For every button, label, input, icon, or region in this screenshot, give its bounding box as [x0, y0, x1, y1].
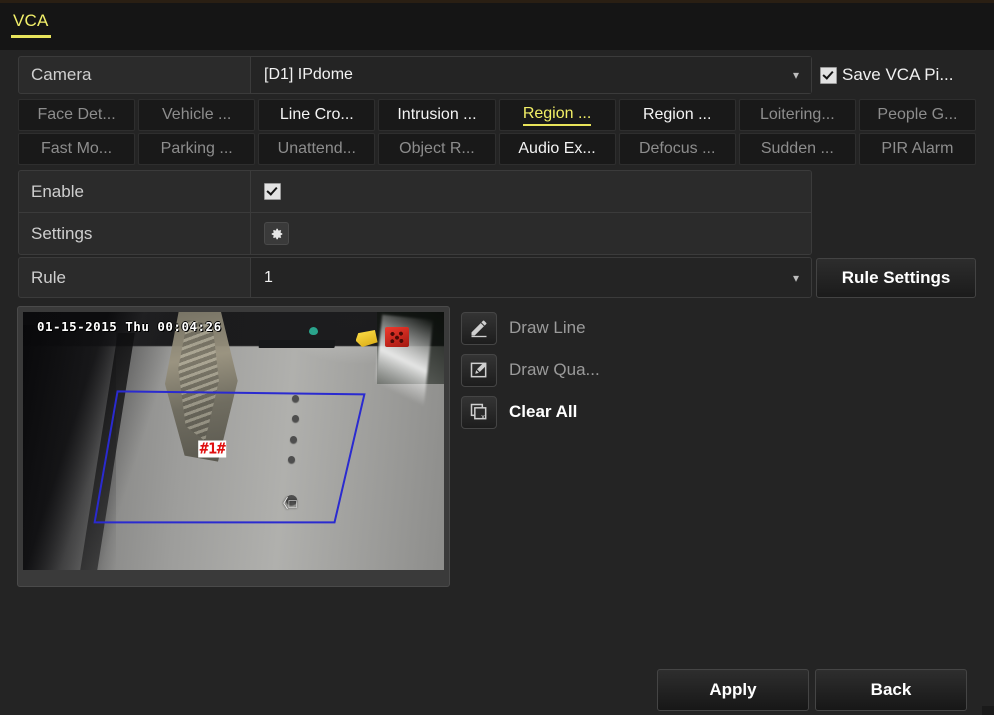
svg-text:x: x	[481, 412, 485, 421]
settings-form: Enable Settings	[18, 170, 812, 255]
gear-icon[interactable]	[264, 222, 289, 245]
vca-settings-window: VCA Camera [D1] IPdome ▾ Save VCA Pi... …	[0, 0, 994, 715]
page-tab-vca[interactable]: VCA	[11, 11, 51, 38]
vca-tab-label: Region ...	[522, 105, 592, 126]
window-corner	[982, 706, 994, 715]
clear-all-icon[interactable]: x	[461, 395, 497, 429]
vca-tab-r1-3[interactable]: Intrusion ...	[378, 99, 496, 131]
vca-tab-label: Parking ...	[160, 140, 233, 157]
camera-label: Camera	[19, 57, 251, 93]
tool-label: Clear All	[509, 402, 578, 421]
scene-object-red	[385, 327, 410, 348]
save-vca-picture-toggle[interactable]: Save VCA Pi...	[820, 56, 954, 94]
vca-tab-label: Fast Mo...	[41, 140, 113, 157]
video-preview-frame: 01-15-2015 Thu 00:04:26 #1# 〈□	[17, 306, 450, 587]
vca-tab-label: Face Det...	[37, 106, 116, 123]
vca-tab-label: Defocus ...	[638, 140, 716, 157]
drawing-tools: Draw Line Draw Qua... x Clear All	[461, 310, 761, 436]
scene-stud	[292, 394, 300, 402]
vca-tab-r1-0[interactable]: Face Det...	[18, 99, 136, 131]
vca-tab-r2-3[interactable]: Object R...	[378, 133, 496, 165]
osd-timestamp: 01-15-2015 Thu 00:04:26	[37, 319, 222, 334]
rule-number-tag: #1#	[198, 439, 227, 458]
scene-rail	[258, 340, 335, 349]
camera-select[interactable]: [D1] IPdome ▾	[251, 57, 811, 93]
vca-tab-label: Audio Ex...	[518, 140, 596, 157]
vca-tab-r2-5[interactable]: Defocus ...	[618, 133, 736, 165]
vca-feature-tabs: Face Det... Vehicle ... Line Cro... Intrusi…	[18, 99, 976, 167]
vca-tab-r1-5[interactable]: Region ...	[618, 99, 736, 131]
window-titlebar: VCA	[0, 0, 994, 50]
apply-button[interactable]: Apply	[657, 669, 809, 711]
vca-tab-r1-7[interactable]: People G...	[858, 99, 976, 131]
vca-tab-label: Unattend...	[277, 140, 356, 157]
vca-tab-label: Region ...	[642, 106, 712, 123]
chevron-down-icon: ▾	[792, 270, 799, 285]
vca-tab-r1-2[interactable]: Line Cro...	[258, 99, 376, 131]
vca-tab-r1-4[interactable]: Region ...	[498, 99, 616, 131]
back-button[interactable]: Back	[815, 669, 967, 711]
vca-tab-r2-2[interactable]: Unattend...	[258, 133, 376, 165]
tool-draw-line[interactable]: Draw Line	[461, 310, 761, 346]
vca-tab-r1-1[interactable]: Vehicle ...	[138, 99, 256, 131]
vca-tab-r2-0[interactable]: Fast Mo...	[18, 133, 136, 165]
vca-tab-label: People G...	[877, 106, 958, 123]
vca-tab-label: Vehicle ...	[162, 106, 232, 123]
camera-select-value: [D1] IPdome	[264, 66, 353, 83]
vca-tab-row-1: Face Det... Vehicle ... Line Cro... Intrusi…	[18, 99, 976, 131]
vca-tab-label: PIR Alarm	[881, 140, 954, 157]
vca-tab-r2-6[interactable]: Sudden ...	[738, 133, 856, 165]
vca-tab-row-2: Fast Mo... Parking ... Unattend... Object R…	[18, 133, 976, 165]
tool-label: Draw Line	[509, 318, 586, 337]
vca-tab-label: Intrusion ...	[397, 106, 477, 123]
chevron-down-icon: ▾	[792, 68, 799, 82]
vca-tab-r2-7[interactable]: PIR Alarm	[858, 133, 976, 165]
save-vca-checkbox[interactable]	[820, 66, 837, 84]
enable-label: Enable	[19, 171, 251, 212]
enable-checkbox[interactable]	[264, 183, 281, 200]
rule-row: Rule 1 ▾	[18, 257, 812, 298]
enable-value	[251, 171, 811, 212]
tool-draw-qua[interactable]: Draw Qua...	[461, 352, 761, 388]
vca-tab-label: Object R...	[399, 140, 475, 157]
speaker-icon: 〈□	[275, 495, 297, 511]
settings-row: Settings	[19, 213, 811, 254]
vca-tab-r1-6[interactable]: Loitering...	[738, 99, 856, 131]
pencil-icon[interactable]	[461, 311, 497, 345]
rule-select[interactable]: 1 ▾	[251, 258, 811, 297]
save-vca-label: Save VCA Pi...	[842, 65, 954, 84]
vca-tab-label: Line Cro...	[279, 106, 354, 123]
vca-tab-label: Loitering...	[759, 106, 835, 123]
rule-label: Rule	[19, 258, 251, 297]
video-preview[interactable]: 01-15-2015 Thu 00:04:26 #1# 〈□	[23, 312, 444, 570]
vca-tab-label: Sudden ...	[760, 140, 834, 157]
tool-label: Draw Qua...	[509, 360, 600, 379]
rule-settings-button[interactable]: Rule Settings	[816, 258, 976, 298]
camera-row: Camera [D1] IPdome ▾	[18, 56, 812, 94]
draw-quad-icon[interactable]	[461, 353, 497, 387]
enable-row: Enable	[19, 171, 811, 213]
tool-clear-all[interactable]: x Clear All	[461, 394, 761, 430]
vca-tab-r2-4[interactable]: Audio Ex...	[498, 133, 616, 165]
settings-label: Settings	[19, 213, 251, 254]
rule-select-value: 1	[264, 268, 273, 286]
vca-tab-r2-1[interactable]: Parking ...	[138, 133, 256, 165]
settings-value	[251, 213, 811, 254]
